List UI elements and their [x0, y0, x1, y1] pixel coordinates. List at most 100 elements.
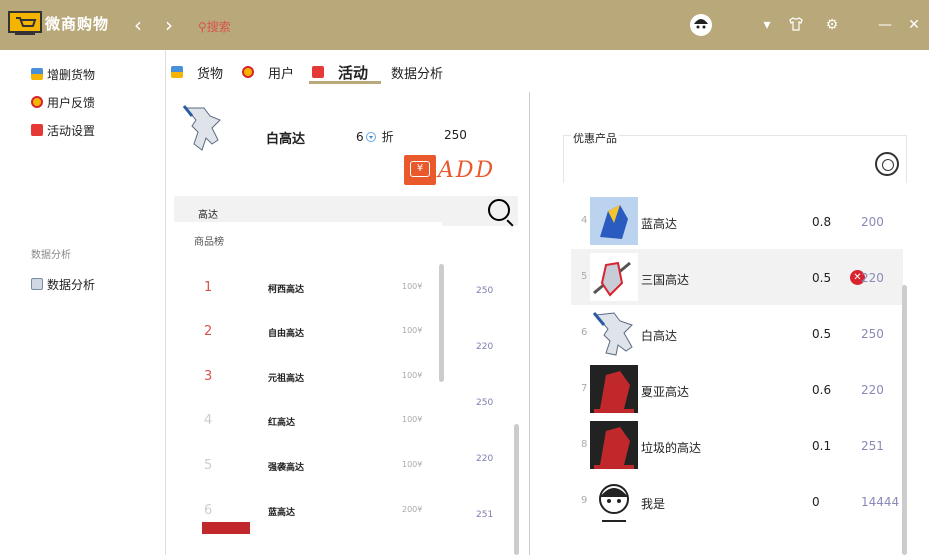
close-icon[interactable]: ✕ [905, 16, 923, 34]
table-row[interactable]: 4 蓝高达 0.8 200 [571, 193, 903, 249]
discount-unit: 折 [381, 130, 394, 144]
table-row[interactable]: 8 垃圾的高达 0.1 251 [571, 417, 903, 473]
forward-button[interactable]: › [165, 14, 179, 36]
headset-icon [31, 96, 43, 108]
promo-product-name: 夏亚高达 [641, 385, 690, 399]
tab-bar: 货物 用户 活动 数据分析 [166, 50, 929, 90]
promo-product-name: 垃圾的高达 [641, 441, 702, 455]
row-index: 8 [581, 439, 588, 450]
rank-list-title: 商品榜 [194, 237, 224, 248]
minimize-icon[interactable]: — [876, 16, 894, 34]
promo-price: 251 [861, 439, 884, 453]
row-index: 6 [581, 327, 588, 338]
user-avatar[interactable] [690, 14, 712, 36]
table-row[interactable]: 5 三国高达 0.5 ✕ 220 [571, 249, 903, 305]
list-item[interactable]: 3 元祖高达 100¥ [174, 355, 442, 399]
side-value: 220 [476, 342, 494, 352]
promo-product-name: 白高达 [641, 329, 678, 343]
rank-product-name: 红高达 [268, 418, 296, 428]
product-image [590, 477, 638, 525]
product-thumbnail [202, 522, 250, 534]
tab-activity[interactable]: 活动 [312, 62, 368, 82]
rank-number: 2 [204, 324, 213, 339]
chart-icon [31, 278, 43, 290]
product-image [590, 253, 638, 301]
list-item[interactable]: 1 柯西高达 100¥ [174, 266, 442, 310]
row-index: 4 [581, 215, 588, 226]
list-item[interactable]: 5 强袭高达 100¥ [174, 444, 442, 488]
rank-product-name: 柯西高达 [268, 285, 305, 295]
gear-icon[interactable]: ⚙ [823, 16, 841, 34]
sidebar-item-goods[interactable]: 增删货物 [31, 65, 95, 83]
gift-icon [31, 124, 43, 136]
rank-list-scrollbar[interactable] [439, 264, 444, 382]
promo-discount: 0.5 [812, 271, 832, 285]
cart-logo-icon [8, 11, 42, 35]
app-title: 微商购物 [45, 15, 110, 33]
rank-product-name: 元祖高达 [268, 374, 305, 384]
list-item[interactable]: 2 自由高达 100¥ [174, 310, 442, 354]
promo-price: 220 [861, 383, 884, 397]
rank-number: 4 [204, 413, 213, 428]
rank-product-price: 100¥ [402, 326, 423, 335]
sidebar-item-feedback[interactable]: 用户反馈 [31, 93, 95, 111]
rank-product-price: 200¥ [402, 505, 423, 514]
product-image [590, 421, 638, 469]
table-row[interactable]: 9 我是 0 14444 [571, 473, 903, 529]
rank-product-price: 100¥ [402, 415, 423, 424]
rank-product-price: 100¥ [402, 460, 423, 469]
sidebar-item-label: 增删货物 [47, 67, 96, 82]
sidebar-item-analytics[interactable]: 数据分析 [31, 275, 95, 293]
promo-scrollbar[interactable] [902, 285, 907, 555]
promo-discount: 0.6 [812, 383, 832, 397]
tab-users[interactable]: 用户 [242, 62, 294, 82]
search-label: 搜索 [206, 20, 231, 34]
promo-discount: 0.5 [812, 327, 832, 341]
table-row[interactable]: 6 白高达 0.5 250 [571, 305, 903, 361]
rank-list-header: 商品榜 [174, 222, 442, 250]
chevron-down-icon[interactable] [365, 131, 376, 142]
list-item[interactable]: 4 红高达 100¥ [174, 399, 442, 443]
tab-goods[interactable]: 货物 [171, 62, 223, 82]
back-button[interactable]: ‹ [134, 14, 148, 36]
product-image [590, 365, 638, 413]
tab-label: 活动 [338, 63, 369, 82]
rank-product-name: 蓝高达 [268, 508, 296, 518]
add-label: ADD [438, 157, 496, 183]
product-image [182, 105, 221, 151]
discount-stepper[interactable]: 6 折 [356, 128, 394, 145]
row-index: 5 [581, 271, 588, 282]
cart-edit-icon [171, 66, 183, 78]
side-scrollbar[interactable] [514, 424, 519, 555]
rank-product-name: 自由高达 [268, 329, 305, 339]
sidebar-item-activity[interactable]: 活动设置 [31, 121, 95, 139]
table-row[interactable]: 7 夏亚高达 0.6 220 [571, 361, 903, 417]
tab-label: 数据分析 [391, 66, 444, 82]
tab-label: 用户 [268, 66, 295, 82]
discount-value: 6 [356, 129, 364, 144]
side-value: 250 [476, 286, 494, 296]
gift-icon [312, 66, 324, 78]
tab-analytics[interactable]: 数据分析 [391, 62, 443, 82]
search-button[interactable]: ⚲搜索 [198, 18, 231, 35]
refresh-icon[interactable] [875, 152, 899, 176]
sidebar-item-label: 数据分析 [47, 277, 96, 292]
search-icon[interactable] [488, 199, 510, 221]
promo-discount: 0.8 [812, 215, 832, 229]
shirt-icon[interactable] [787, 16, 805, 34]
promo-price: 200 [861, 215, 884, 229]
add-button[interactable]: ADD [404, 154, 498, 186]
search-value: 高达 [198, 210, 218, 221]
side-value: 220 [476, 454, 494, 464]
rank-product-name: 强袭高达 [268, 463, 305, 473]
product-price: 250 [444, 128, 467, 142]
side-value: 250 [476, 398, 494, 408]
dropdown-arrow-icon[interactable]: ▾ [758, 16, 776, 34]
promo-discount: 0.1 [812, 439, 832, 453]
row-index: 9 [581, 495, 588, 506]
promo-panel: 优惠产品 4 蓝高达 0.8 200 5 三国高达 0.5 ✕ 220 6 白高… [531, 92, 929, 555]
sidebar-item-label: 用户反馈 [47, 95, 96, 110]
row-index: 7 [581, 383, 588, 394]
coupon-icon [404, 155, 436, 185]
rank-number: 3 [204, 369, 213, 384]
